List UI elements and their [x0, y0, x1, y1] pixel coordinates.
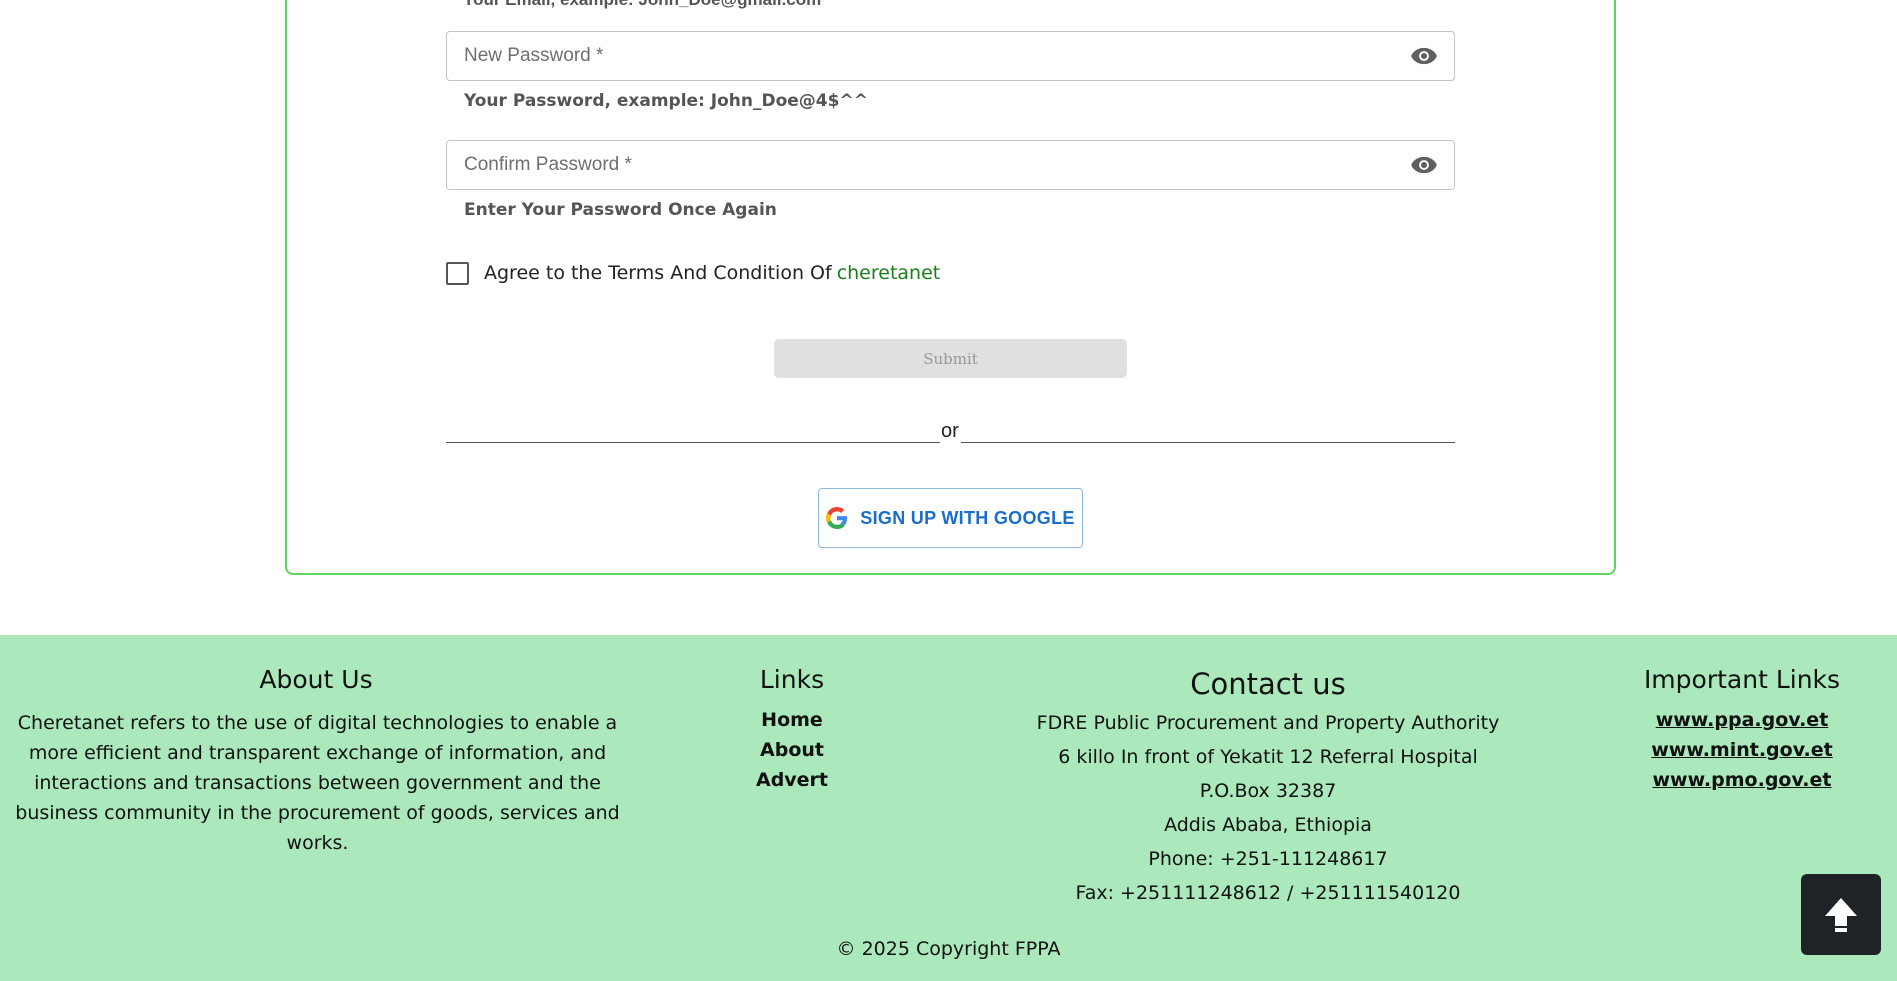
terms-row: Agree to the Terms And Condition Of cher… — [446, 261, 940, 285]
confirm-password-input[interactable] — [464, 141, 1364, 189]
footer: About Us Cheretanet refers to the use of… — [0, 635, 1897, 981]
arrow-up-icon — [1825, 897, 1857, 932]
about-title: About Us — [259, 665, 373, 694]
copyright-text: © 2025 Copyright FPPA — [836, 938, 1061, 960]
google-icon — [826, 507, 848, 529]
new-password-helper: Your Password, example: John_Doe@4$^^ — [464, 91, 868, 111]
links-title: Links — [759, 665, 825, 694]
submit-button[interactable]: Submit — [774, 339, 1127, 378]
contact-line: Phone: +251-111248617 — [1148, 848, 1388, 870]
google-signup-button[interactable]: SIGN UP WITH GOOGLE — [818, 488, 1083, 548]
google-signup-label: SIGN UP WITH GOOGLE — [860, 507, 1075, 528]
terms-link[interactable]: cheretanet — [837, 262, 941, 284]
confirm-password-field[interactable] — [446, 140, 1455, 190]
contact-line: Addis Ababa, Ethiopia — [1164, 814, 1372, 836]
divider-or-text: or — [941, 420, 959, 442]
footer-link-home[interactable]: Home — [692, 709, 892, 731]
scroll-to-top-button[interactable] — [1801, 874, 1881, 955]
terms-text: Agree to the Terms And Condition Of — [484, 262, 832, 284]
show-confirm-password-icon[interactable] — [1410, 154, 1438, 176]
important-link-pmo[interactable]: www.pmo.gov.et — [1642, 769, 1842, 791]
contact-line: P.O.Box 32387 — [1199, 780, 1337, 802]
divider-left — [446, 442, 940, 443]
terms-checkbox[interactable] — [446, 261, 469, 285]
show-password-icon[interactable] — [1410, 45, 1438, 67]
email-helper-text: Your Email, example: John_Doe@gmail.com — [463, 0, 821, 10]
divider-right — [961, 442, 1455, 443]
new-password-input[interactable] — [464, 32, 1364, 80]
footer-link-advert[interactable]: Advert — [692, 769, 892, 791]
important-links-title: Important Links — [1643, 665, 1841, 694]
new-password-field[interactable] — [446, 31, 1455, 81]
about-text: Cheretanet refers to the use of digital … — [15, 712, 620, 854]
important-link-mint[interactable]: www.mint.gov.et — [1642, 739, 1842, 761]
contact-title: Contact us — [1190, 667, 1346, 701]
contact-line: Fax: +251111248612 / +251111540120 — [1075, 882, 1461, 904]
contact-line: 6 killo In front of Yekatit 12 Referral … — [1058, 746, 1478, 768]
important-link-ppa[interactable]: www.ppa.gov.et — [1642, 709, 1842, 731]
footer-link-about[interactable]: About — [692, 739, 892, 761]
confirm-password-helper: Enter Your Password Once Again — [464, 200, 777, 220]
contact-line: FDRE Public Procurement and Property Aut… — [1036, 712, 1500, 734]
